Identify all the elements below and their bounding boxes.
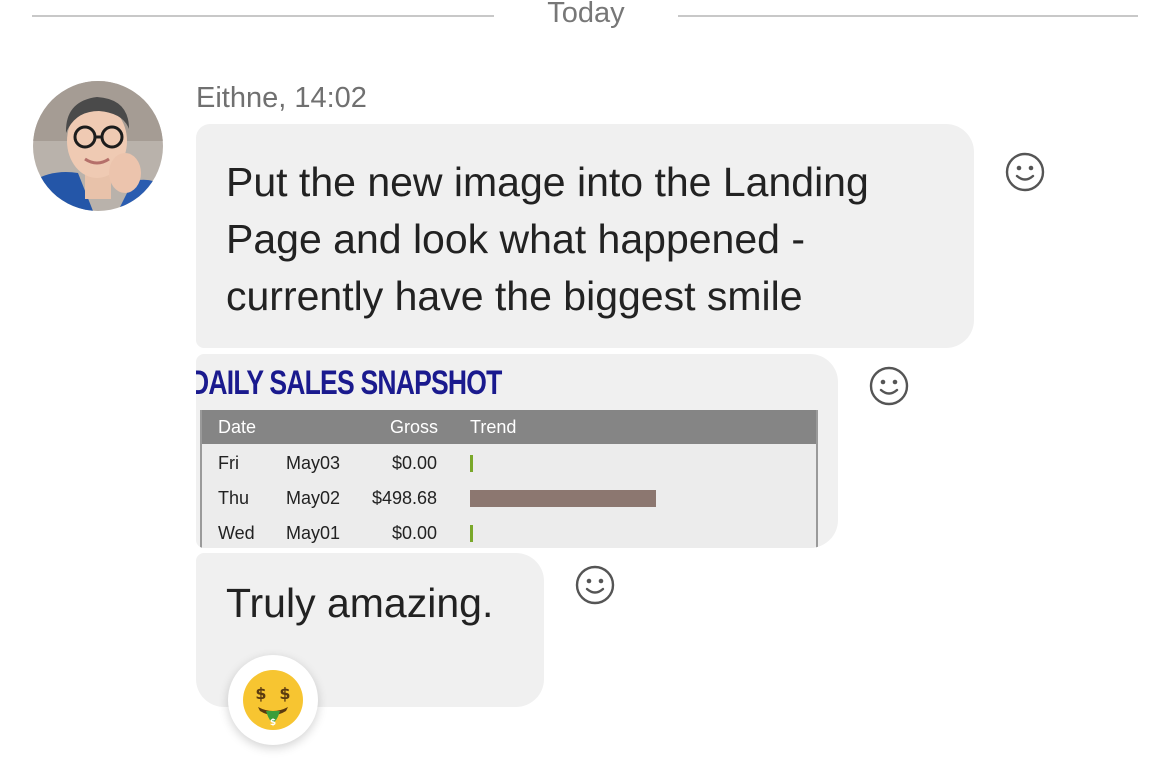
header-trend: Trend	[470, 417, 517, 437]
table-row: Thu May02 $498.68	[202, 482, 816, 516]
row-date: May02	[286, 488, 341, 508]
snapshot-title: DAILY SALES SNAPSHOT	[196, 364, 502, 402]
header-date: Date	[218, 417, 257, 437]
message-text: Put the new image into the Landing Page …	[226, 159, 869, 319]
date-divider-line-right	[678, 15, 1138, 17]
message-bubble-image[interactable]: DAILY SALES SNAPSHOT Date Gross Trend Fr…	[196, 354, 838, 548]
money-mouth-face-icon: $ $ $	[243, 670, 303, 730]
trend-bar	[470, 490, 656, 507]
row-day: Thu	[218, 488, 250, 508]
row-gross: $0.00	[392, 523, 438, 543]
table-row: Fri May03 $0.00	[202, 447, 816, 481]
add-reaction-smiley-icon[interactable]	[1005, 152, 1045, 192]
row-day: Fri	[218, 453, 239, 473]
trend-bar	[470, 455, 473, 472]
snapshot-table-header: Date Gross Trend	[202, 410, 816, 444]
row-date: May03	[286, 453, 341, 473]
row-date: May01	[286, 523, 341, 543]
svg-text:$: $	[270, 718, 276, 728]
table-row: Wed May01 $0.00	[202, 517, 816, 548]
svg-text:$: $	[279, 684, 290, 703]
add-reaction-smiley-icon[interactable]	[575, 565, 615, 605]
date-divider-line-left	[32, 15, 494, 17]
trend-bar	[470, 525, 473, 542]
sender-avatar[interactable]	[33, 81, 163, 211]
message-text: Truly amazing.	[226, 580, 494, 626]
header-gross: Gross	[390, 417, 439, 437]
message-bubble-text[interactable]: Put the new image into the Landing Page …	[196, 124, 974, 348]
reaction-badge[interactable]: $ $ $	[228, 655, 318, 745]
snapshot-table: Date Gross Trend Fri May03 $0.00 Thu May…	[200, 410, 818, 548]
message-author-time: Eithne, 14:02	[196, 82, 367, 114]
row-day: Wed	[218, 523, 255, 543]
date-divider-label: Today	[547, 0, 625, 29]
add-reaction-smiley-icon[interactable]	[869, 366, 909, 406]
row-gross: $498.68	[372, 488, 438, 508]
svg-text:$: $	[255, 684, 266, 703]
chat-thread: Today Eithne, 14:02 Put the new image in…	[0, 0, 1170, 772]
row-gross: $0.00	[392, 453, 438, 473]
